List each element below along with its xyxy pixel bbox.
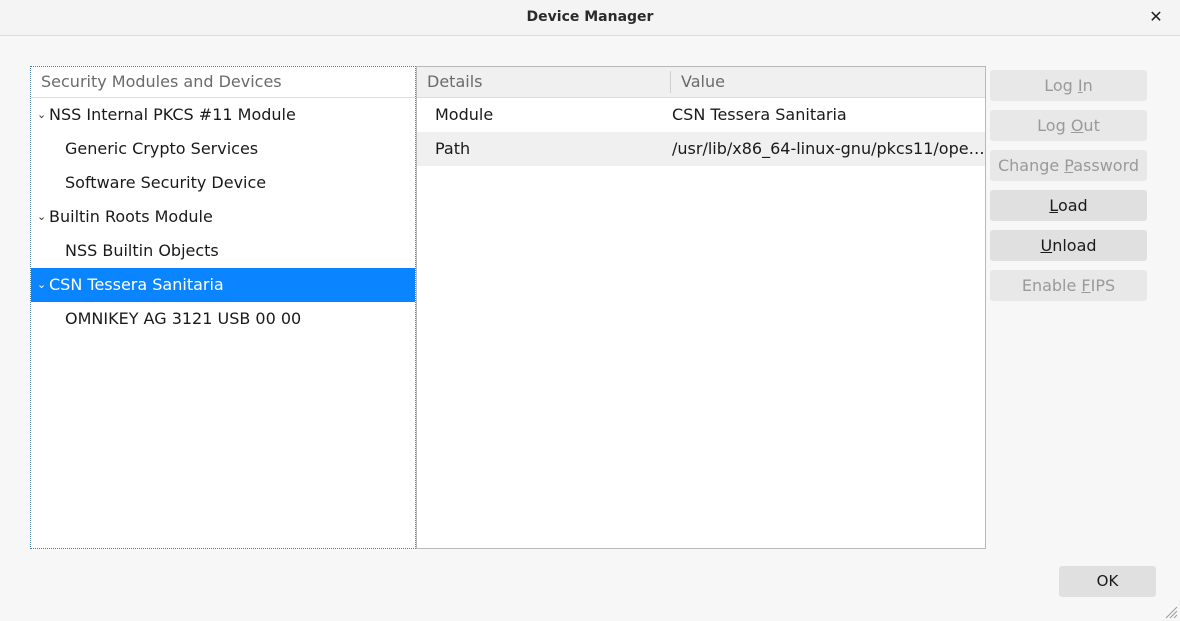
- details-table-header: Details Value: [417, 67, 985, 98]
- unload-button[interactable]: Unload: [990, 230, 1147, 261]
- button-label-post: nload: [1052, 236, 1097, 255]
- details-column-header[interactable]: Details: [417, 71, 671, 93]
- button-label-post: assword: [1073, 156, 1140, 175]
- detail-value: /usr/lib/x86_64-linux-gnu/pkcs11/opensc-…: [672, 139, 985, 158]
- tree-item-label: NSS Builtin Objects: [65, 241, 219, 260]
- tree-item-label: Software Security Device: [65, 173, 267, 192]
- detail-value: CSN Tessera Sanitaria: [672, 105, 847, 124]
- tree-item-software-security-device[interactable]: Software Security Device: [31, 166, 415, 200]
- table-row[interactable]: Module CSN Tessera Sanitaria: [417, 98, 985, 132]
- button-label-pre: Change: [997, 156, 1065, 175]
- title-bar: Device Manager ✕: [0, 0, 1180, 36]
- button-label-post: ut: [1083, 116, 1100, 135]
- tree-item-nss-builtin-objects[interactable]: NSS Builtin Objects: [31, 234, 415, 268]
- action-buttons: Log In Log Out Change Password Load Unlo…: [990, 70, 1147, 310]
- log-out-button[interactable]: Log Out: [990, 110, 1147, 141]
- details-table[interactable]: Details Value Module CSN Tessera Sanitar…: [416, 66, 986, 549]
- tree-item-label: CSN Tessera Sanitaria: [49, 275, 224, 294]
- close-icon[interactable]: ✕: [1146, 7, 1166, 27]
- detail-key: Module: [435, 105, 494, 124]
- log-in-button[interactable]: Log In: [990, 70, 1147, 101]
- button-label-accesskey: U: [1040, 236, 1053, 255]
- load-button[interactable]: Load: [990, 190, 1147, 221]
- tree-item-csn-tessera-sanitaria[interactable]: ⌄ CSN Tessera Sanitaria: [31, 268, 415, 302]
- value-column-header[interactable]: Value: [671, 67, 985, 97]
- button-label-accesskey: F: [1081, 276, 1091, 295]
- tree-item-label: OMNIKEY AG 3121 USB 00 00: [65, 309, 302, 328]
- change-password-button[interactable]: Change Password: [990, 150, 1147, 181]
- button-label-post: oad: [1057, 196, 1088, 215]
- button-label-pre: Log: [1037, 116, 1071, 135]
- tree-item-label: Builtin Roots Module: [49, 207, 213, 226]
- tree-item-omnikey-reader[interactable]: OMNIKEY AG 3121 USB 00 00: [31, 302, 415, 336]
- detail-key: Path: [435, 139, 471, 158]
- table-row[interactable]: Path /usr/lib/x86_64-linux-gnu/pkcs11/op…: [417, 132, 985, 166]
- window-title: Device Manager: [526, 9, 654, 25]
- button-label-post: IPS: [1090, 276, 1116, 295]
- resize-grip-icon[interactable]: [1164, 605, 1178, 619]
- button-label-accesskey: L: [1049, 196, 1058, 215]
- button-label-pre: Log: [1044, 76, 1078, 95]
- button-label-accesskey: O: [1070, 116, 1084, 135]
- chevron-down-icon[interactable]: ⌄: [37, 98, 47, 132]
- tree-item-builtin-roots-module[interactable]: ⌄ Builtin Roots Module: [31, 200, 415, 234]
- tree-column-header[interactable]: Security Modules and Devices: [31, 67, 415, 98]
- button-label-pre: Enable: [1021, 276, 1082, 295]
- tree-item-label: NSS Internal PKCS #11 Module: [49, 105, 296, 124]
- ok-button[interactable]: OK: [1059, 566, 1156, 597]
- tree-item-label: Generic Crypto Services: [65, 139, 259, 158]
- tree-item-nss-internal-module[interactable]: ⌄ NSS Internal PKCS #11 Module: [31, 98, 415, 132]
- enable-fips-button[interactable]: Enable FIPS: [990, 270, 1147, 301]
- security-modules-tree[interactable]: Security Modules and Devices ⌄ NSS Inter…: [30, 66, 416, 549]
- tree-item-generic-crypto-services[interactable]: Generic Crypto Services: [31, 132, 415, 166]
- chevron-down-icon[interactable]: ⌄: [37, 200, 47, 234]
- button-label-accesskey: P: [1064, 156, 1074, 175]
- chevron-down-icon[interactable]: ⌄: [37, 268, 47, 302]
- button-label-post: n: [1082, 76, 1093, 95]
